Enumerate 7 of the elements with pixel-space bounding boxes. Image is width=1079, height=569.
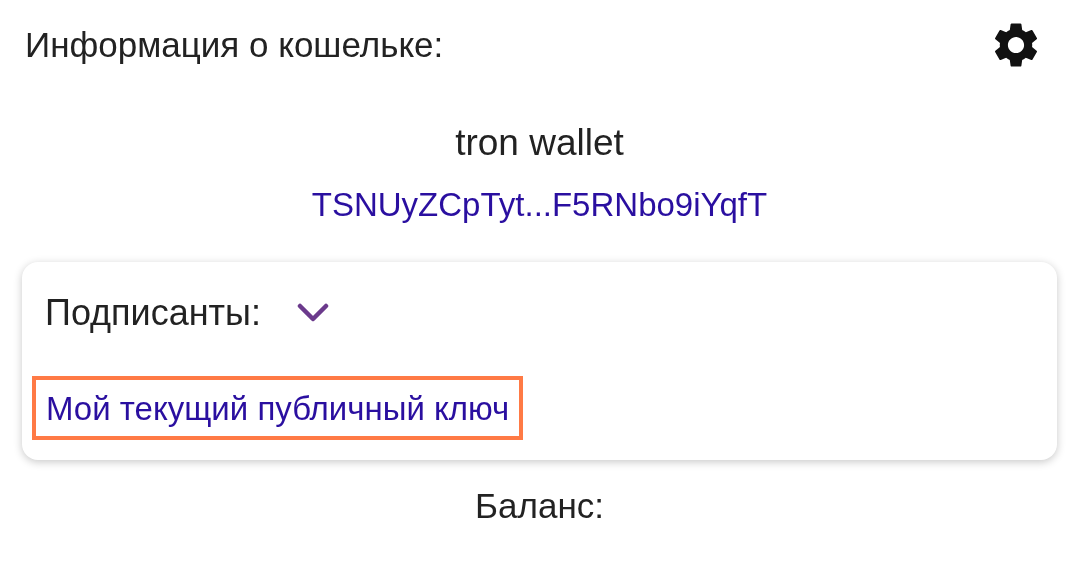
public-key-link[interactable]: Мой текущий публичный ключ bbox=[32, 376, 524, 440]
signers-label: Подписанты: bbox=[45, 292, 261, 334]
wallet-address-link[interactable]: TSNUyZCpTyt...F5RNbo9iYqfT bbox=[311, 186, 768, 224]
chevron-icon[interactable] bbox=[297, 303, 329, 323]
section-title: Информация о кошельке: bbox=[24, 25, 444, 65]
wallet-name: tron wallet bbox=[455, 122, 624, 164]
balance-label: Баланс: bbox=[475, 486, 604, 526]
